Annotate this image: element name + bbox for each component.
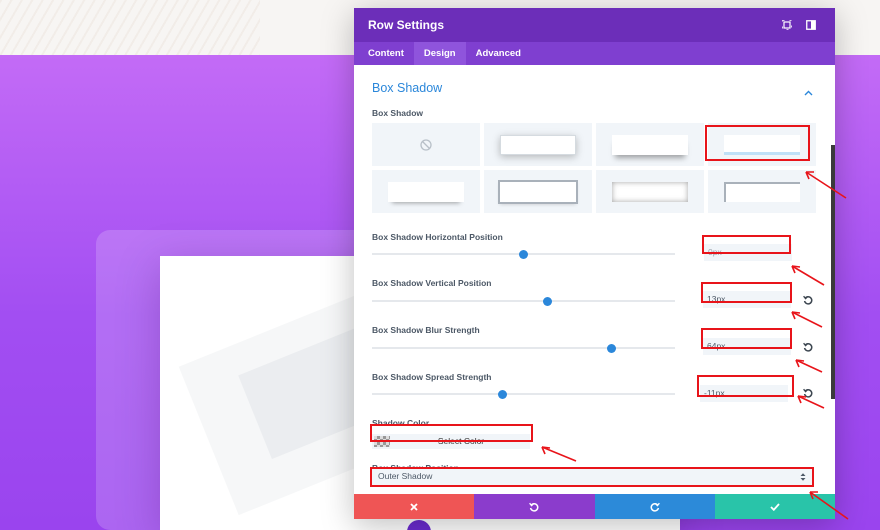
preset-6[interactable] bbox=[596, 170, 704, 213]
modal-title: Row Settings bbox=[368, 18, 445, 32]
preset-box bbox=[500, 181, 576, 202]
reset-icon[interactable] bbox=[802, 341, 814, 353]
highlight-vertical-input bbox=[701, 282, 792, 303]
preset-2[interactable] bbox=[596, 123, 704, 166]
slider-knob[interactable] bbox=[497, 389, 507, 399]
spread-strength-slider[interactable] bbox=[372, 389, 675, 399]
blur-strength-slider[interactable] bbox=[372, 343, 675, 353]
slider-knob[interactable] bbox=[519, 249, 528, 259]
undo-button[interactable] bbox=[474, 494, 595, 519]
slider-label: Box Shadow Spread Strength bbox=[372, 372, 492, 382]
preset-box bbox=[388, 181, 464, 202]
highlight-blur-input bbox=[701, 328, 792, 349]
highlight-shadow-position bbox=[370, 467, 814, 487]
modal-scrollbar[interactable] bbox=[831, 145, 835, 399]
slider-label: Box Shadow Blur Strength bbox=[372, 325, 480, 335]
vertical-position-slider[interactable] bbox=[372, 296, 675, 306]
reset-icon[interactable] bbox=[802, 294, 814, 306]
fullscreen-icon[interactable] bbox=[777, 15, 797, 35]
tab-content[interactable]: Content bbox=[358, 42, 414, 65]
row-settings-modal: Row Settings Content Design Advanced Box… bbox=[354, 8, 835, 519]
preset-box bbox=[500, 134, 576, 155]
tab-design[interactable]: Design bbox=[413, 42, 466, 65]
save-button[interactable] bbox=[714, 494, 835, 519]
cancel-icon bbox=[410, 502, 418, 511]
save-icon bbox=[770, 502, 780, 511]
cancel-button[interactable] bbox=[354, 494, 475, 519]
highlight-selected-preset bbox=[705, 125, 810, 161]
section-title[interactable]: Box Shadow bbox=[372, 81, 442, 95]
preset-4[interactable] bbox=[372, 170, 480, 213]
preset-1[interactable] bbox=[484, 123, 592, 166]
hero-image bbox=[0, 0, 260, 55]
preset-7[interactable] bbox=[708, 170, 816, 213]
chevron-up-icon[interactable] bbox=[804, 83, 813, 101]
modal-footer bbox=[354, 494, 835, 519]
none-icon bbox=[420, 138, 432, 151]
preset-5[interactable] bbox=[484, 170, 592, 213]
reset-icon[interactable] bbox=[802, 387, 814, 399]
undo-icon bbox=[529, 502, 539, 512]
slider-knob[interactable] bbox=[543, 296, 553, 306]
preset-box bbox=[724, 181, 800, 202]
slider-knob[interactable] bbox=[606, 343, 616, 353]
highlight-color-picker bbox=[370, 424, 533, 442]
slider-label: Box Shadow Vertical Position bbox=[372, 278, 492, 288]
preset-none[interactable] bbox=[372, 123, 480, 166]
tab-advanced[interactable]: Advanced bbox=[466, 42, 531, 65]
modal-tabs: Content Design Advanced bbox=[354, 42, 835, 65]
modal-header: Row Settings bbox=[354, 8, 835, 42]
redo-icon bbox=[650, 502, 660, 512]
dock-icon[interactable] bbox=[801, 15, 821, 35]
box-shadow-label: Box Shadow bbox=[372, 108, 424, 118]
redo-button[interactable] bbox=[594, 494, 715, 519]
slider-label: Box Shadow Horizontal Position bbox=[372, 232, 503, 242]
preset-box bbox=[612, 134, 688, 155]
horizontal-position-slider[interactable] bbox=[372, 249, 675, 259]
preset-box bbox=[612, 181, 688, 202]
highlight-spread-input bbox=[697, 375, 794, 397]
highlight-horizontal-input bbox=[702, 235, 791, 254]
